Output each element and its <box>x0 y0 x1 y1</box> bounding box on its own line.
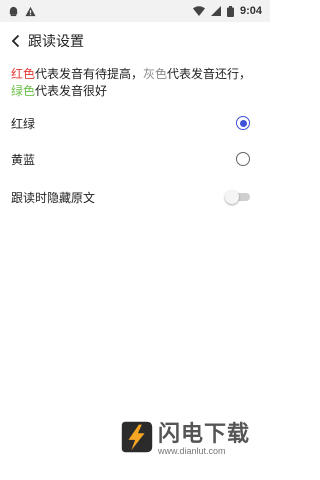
gray-word: 灰色 <box>143 67 168 81</box>
page-title: 跟读设置 <box>28 34 84 50</box>
signal-icon <box>210 6 221 16</box>
toggle-label: 跟读时隐藏原文 <box>11 190 96 205</box>
back-button[interactable] <box>8 29 24 53</box>
radio-dot <box>239 119 247 127</box>
watermark: 闪电下载 www.dianlut.com <box>118 416 264 464</box>
radio-button[interactable] <box>236 152 250 166</box>
color-legend-description: 红色代表发音有待提高，灰色代表发音还行， 绿色代表发音很好 <box>11 66 263 100</box>
battery-icon <box>226 5 234 17</box>
option-yellow-blue[interactable]: 黄蓝 <box>0 142 270 176</box>
green-text: 代表发音很好 <box>35 84 108 98</box>
status-time: 9:04 <box>239 5 262 17</box>
green-word: 绿色 <box>11 84 36 98</box>
option-label: 黄蓝 <box>11 152 36 167</box>
wifi-icon <box>192 6 205 16</box>
lightning-logo-icon <box>121 421 153 453</box>
hide-original-toggle[interactable] <box>225 189 253 205</box>
chevron-left-icon <box>11 34 20 48</box>
option-red-green[interactable]: 红绿 <box>0 106 270 140</box>
app-bar: 跟读设置 <box>0 22 270 60</box>
watermark-url: www.dianlut.com <box>158 446 226 456</box>
toggle-thumb <box>225 190 239 204</box>
warning-icon <box>25 6 36 17</box>
option-label: 红绿 <box>11 116 36 131</box>
watermark-title: 闪电下载 <box>158 422 251 447</box>
radio-button-selected[interactable] <box>236 116 250 130</box>
gray-text: 代表发音还行， <box>167 67 252 81</box>
red-text: 代表发音有待提高， <box>35 67 144 81</box>
red-word: 红色 <box>11 67 36 81</box>
android-icon <box>8 6 19 17</box>
status-bar: 9:04 <box>0 0 270 22</box>
hide-original-text-row[interactable]: 跟读时隐藏原文 <box>0 180 270 214</box>
